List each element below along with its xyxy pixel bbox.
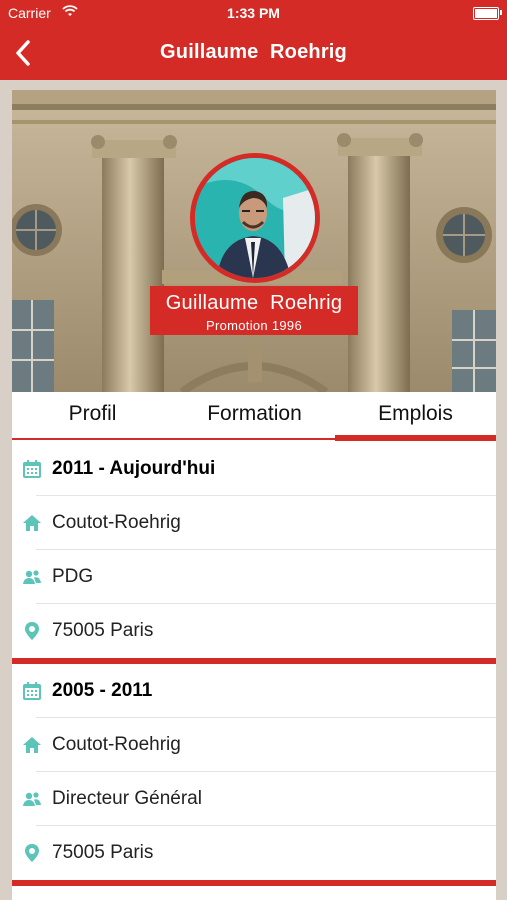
profile-name: Guillaume Roehrig: [165, 292, 343, 314]
home-icon: [23, 737, 41, 753]
job-location: 75005 Paris: [52, 842, 154, 863]
nav-bar: Guillaume Roehrig: [0, 26, 507, 80]
job-period-row: 2005 - 2011: [12, 664, 496, 718]
location-pin-icon: [25, 844, 39, 862]
home-icon: [23, 515, 41, 531]
status-bar: Carrier 1:33 PM: [0, 0, 507, 26]
jobs-list: 2011 - Aujourd'hui Coutot-Roehrig PDG 75…: [12, 442, 496, 900]
people-icon: [23, 792, 41, 806]
job-location-row: 75005 Paris: [12, 604, 496, 658]
job-role: Directeur Général: [52, 788, 202, 809]
tab-active-indicator: [335, 435, 496, 441]
job-company-row: Coutot-Roehrig: [12, 496, 496, 550]
job-period-row: 2011 - Aujourd'hui: [12, 442, 496, 496]
people-icon: [23, 570, 41, 584]
name-plate: Guillaume Roehrig Promotion 1996: [150, 286, 358, 335]
tab-profil[interactable]: Profil: [12, 392, 173, 438]
job-company-row: Coutot-Roehrig: [12, 718, 496, 772]
job-entry: 2011 - Aujourd'hui Coutot-Roehrig PDG 75…: [12, 442, 496, 658]
job-period: 2011 - Aujourd'hui: [52, 458, 216, 479]
job-period: 2005 - 2011: [52, 680, 153, 701]
avatar: [190, 153, 320, 283]
profile-card: Guillaume Roehrig Promotion 1996 Profil …: [12, 90, 496, 900]
job-entry: 2005 - 2011 Coutot-Roehrig Directeur Gén…: [12, 664, 496, 880]
avatar-photo: [195, 158, 315, 278]
page-title: Guillaume Roehrig: [160, 41, 347, 63]
job-role: PDG: [52, 566, 94, 587]
calendar-icon: [23, 682, 41, 700]
job-company: Coutot-Roehrig: [52, 512, 181, 533]
job-role-row: Directeur Général: [12, 772, 496, 826]
job-location: 75005 Paris: [52, 620, 154, 641]
tab-emplois[interactable]: Emplois: [335, 392, 496, 438]
tab-formation[interactable]: Formation: [174, 392, 335, 438]
status-time: 1:33 PM: [227, 5, 280, 21]
tab-bar: Profil Formation Emplois: [12, 392, 496, 442]
job-company: Coutot-Roehrig: [52, 734, 181, 755]
calendar-icon: [23, 460, 41, 478]
location-pin-icon: [25, 622, 39, 640]
job-location-row: 75005 Paris: [12, 826, 496, 880]
profile-promotion: Promotion 1996: [206, 318, 302, 333]
battery-icon: [473, 7, 499, 20]
job-role-row: PDG: [12, 550, 496, 604]
